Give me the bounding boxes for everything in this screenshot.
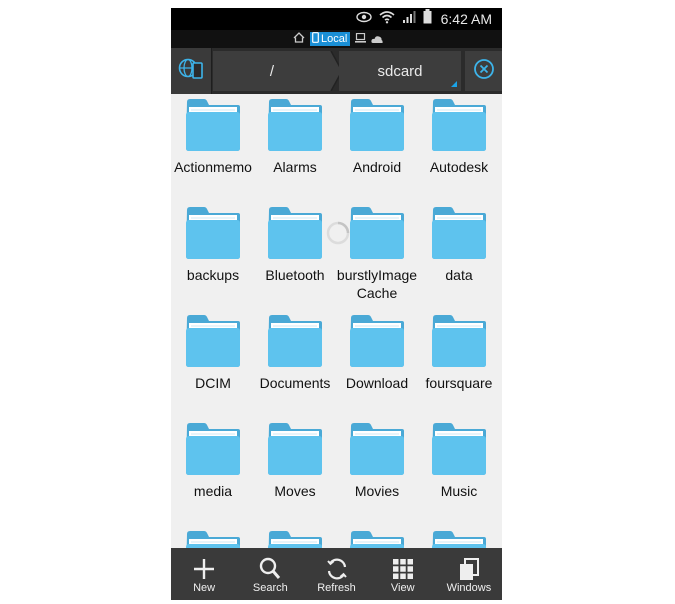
- folder-label: Documents: [259, 375, 331, 391]
- folder-item[interactable]: Alarms: [254, 94, 336, 194]
- search-icon: [260, 557, 281, 579]
- folder-label: Bluetooth: [265, 267, 325, 283]
- refresh-button[interactable]: Refresh: [303, 548, 369, 600]
- folder-icon: [186, 99, 240, 151]
- folder-icon: [350, 99, 404, 151]
- folder-icon: [350, 423, 404, 475]
- folder-label: data: [445, 267, 473, 283]
- folder-icon: [432, 207, 486, 259]
- wifi-icon: [379, 10, 395, 29]
- breadcrumb-root[interactable]: /: [213, 51, 331, 91]
- home-icon[interactable]: [293, 30, 305, 48]
- folder-label: backups: [186, 267, 240, 283]
- folder-item[interactable]: Movies: [336, 418, 418, 518]
- location-local[interactable]: Local: [310, 31, 351, 47]
- folder-item[interactable]: foursquare: [418, 310, 500, 410]
- folder-icon: [186, 315, 240, 367]
- loading-spinner-icon: [326, 221, 350, 245]
- breadcrumb-current-label: sdcard: [377, 62, 423, 80]
- folder-icon: [268, 423, 322, 475]
- folder-item[interactable]: Download: [336, 310, 418, 410]
- folder-label: Android: [352, 159, 402, 175]
- bottom-toolbar: New Search Refresh View Windows: [171, 548, 502, 600]
- windows-icon: [459, 558, 479, 580]
- windows-label: Windows: [446, 582, 492, 594]
- folder-item[interactable]: data: [418, 202, 500, 302]
- folder-icon: [350, 207, 404, 259]
- folder-icon: [432, 315, 486, 367]
- folder-label: Alarms: [273, 159, 317, 175]
- breadcrumb-current[interactable]: sdcard: [339, 51, 461, 91]
- computer-icon[interactable]: [355, 30, 367, 48]
- file-grid: Actionmemo Alarms Android Autodesk backups Bl…: [171, 94, 502, 583]
- folder-item[interactable]: backups: [172, 202, 254, 302]
- folder-item[interactable]: Moves: [254, 418, 336, 518]
- refresh-label: Refresh: [317, 582, 356, 594]
- folder-label: Music: [440, 483, 478, 499]
- signal-icon: [402, 10, 416, 29]
- folder-icon: [268, 207, 322, 259]
- folder-label: media: [193, 483, 233, 499]
- new-label: New: [193, 582, 216, 594]
- folder-label: Moves: [274, 483, 316, 499]
- folder-item[interactable]: Android: [336, 94, 418, 194]
- folder-icon: [186, 423, 240, 475]
- plus-icon: [194, 559, 215, 579]
- view-button[interactable]: View: [370, 548, 436, 600]
- folder-icon: [186, 207, 240, 259]
- folder-item[interactable]: burstlyImageCache: [336, 202, 418, 302]
- phone-icon: [312, 31, 319, 47]
- folder-label: burstlyImageCache: [336, 267, 418, 301]
- view-label: View: [390, 582, 415, 594]
- folder-item[interactable]: Autodesk: [418, 94, 500, 194]
- folder-label: Actionmemo: [174, 159, 252, 175]
- folder-label: Autodesk: [429, 159, 489, 175]
- folder-icon: [268, 315, 322, 367]
- folder-item[interactable]: media: [172, 418, 254, 518]
- folder-label: DCIM: [195, 375, 231, 391]
- folder-item[interactable]: Documents: [254, 310, 336, 410]
- close-button[interactable]: [465, 51, 502, 91]
- battery-icon: [423, 9, 432, 29]
- path-bar: / sdcard: [171, 48, 502, 94]
- folder-label: foursquare: [425, 375, 493, 391]
- status-bar: 6:42 AM: [171, 8, 502, 30]
- network-icon: [178, 57, 204, 86]
- clock: 6:42 AM: [440, 11, 492, 27]
- folder-label: Movies: [354, 483, 400, 499]
- folder-icon: [432, 423, 486, 475]
- folder-item[interactable]: Actionmemo: [172, 94, 254, 194]
- folder-icon: [432, 99, 486, 151]
- network-button[interactable]: [171, 48, 212, 94]
- folder-icon: [350, 315, 404, 367]
- folder-item[interactable]: Music: [418, 418, 500, 518]
- dropdown-corner-icon: [451, 81, 457, 87]
- windows-button[interactable]: Windows: [436, 548, 502, 600]
- grid-view-icon: [392, 559, 413, 579]
- phone-screen: 6:42 AM Local / sdcard Actionmemo Alarms…: [171, 8, 502, 600]
- eye-icon: [355, 10, 372, 28]
- cloud-icon[interactable]: [371, 30, 383, 48]
- search-label: Search: [252, 582, 288, 594]
- location-local-label: Local: [321, 33, 348, 45]
- folder-item[interactable]: Bluetooth: [254, 202, 336, 302]
- refresh-icon: [326, 558, 347, 580]
- folder-item[interactable]: DCIM: [172, 310, 254, 410]
- new-button[interactable]: New: [171, 548, 237, 600]
- breadcrumb-root-label: /: [269, 62, 275, 80]
- search-button[interactable]: Search: [237, 548, 303, 600]
- close-circle-icon: [473, 58, 495, 85]
- folder-icon: [268, 99, 322, 151]
- location-bar: Local: [171, 30, 502, 48]
- folder-label: Download: [345, 375, 409, 391]
